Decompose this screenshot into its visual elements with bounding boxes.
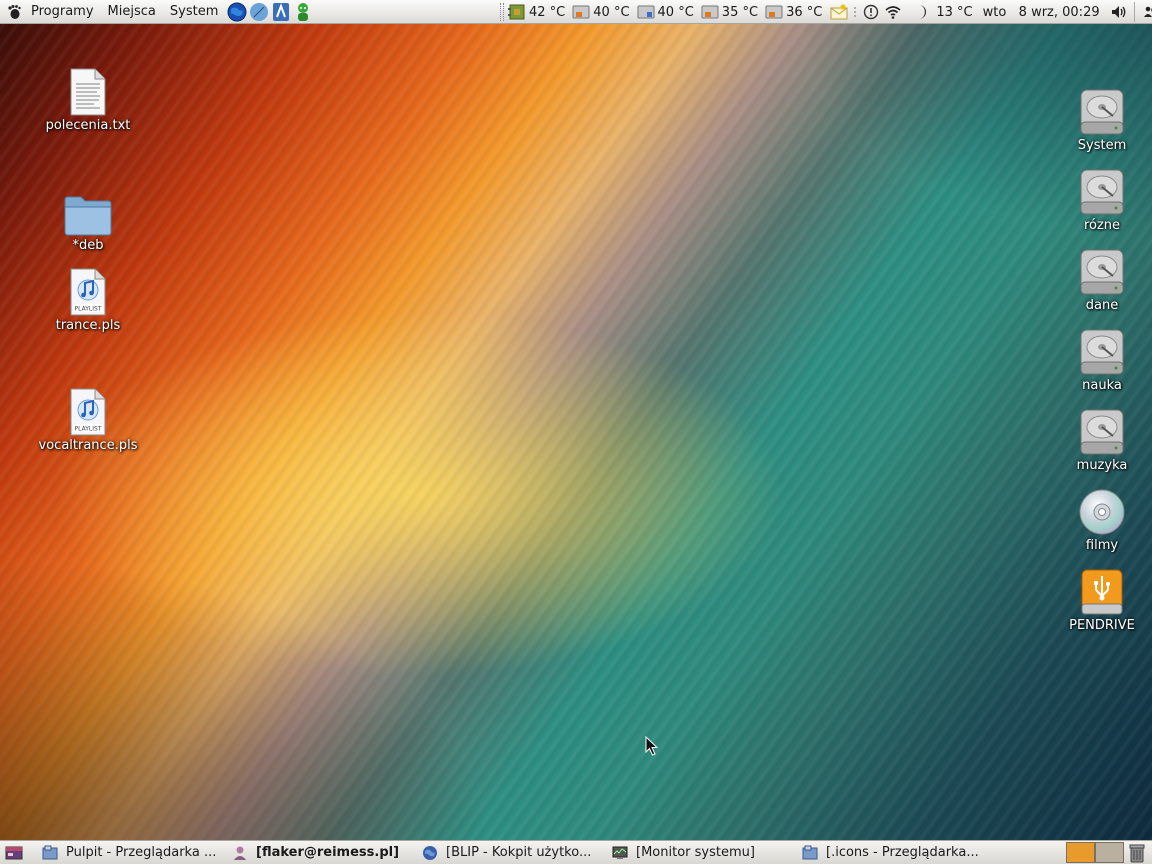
task-pulpit-file-manager[interactable]: Pulpit - Przeglądarka ... — [36, 842, 226, 864]
cpu-sensor-icon — [508, 4, 525, 20]
desktop-icon-label: vocaltrance.pls — [38, 438, 138, 453]
workspace-2[interactable] — [1095, 842, 1124, 863]
desktop-icon-label: *deb — [72, 238, 104, 253]
disk-sensor-icon — [765, 5, 783, 19]
sensor-value: 40 °C — [657, 4, 694, 20]
task-label: Pulpit - Przeglądarka ... — [66, 845, 217, 860]
text-editor-icon[interactable] — [271, 2, 291, 22]
workspace-switcher — [1066, 842, 1124, 863]
desktop-icon-label: rózne — [1083, 218, 1121, 233]
menu-programy[interactable]: Programy — [24, 0, 101, 24]
sensor-disk[interactable]: 40 °C — [571, 3, 630, 21]
chat-user-icon — [232, 845, 248, 861]
desktop-icon-system-drive[interactable]: System — [1047, 84, 1152, 153]
trash-button[interactable] — [1126, 843, 1148, 863]
desktop-icon-label: trance.pls — [55, 318, 121, 333]
weather-moon-icon[interactable] — [912, 3, 930, 21]
desktop-icon-label: polecenia.txt — [45, 118, 131, 133]
update-notifier-icon[interactable] — [862, 3, 880, 21]
sensor-disk[interactable]: 36 °C — [764, 3, 822, 21]
hard-drive-icon — [1076, 244, 1128, 296]
sensor-value: 42 °C — [529, 4, 566, 20]
browser-globe-icon — [422, 845, 438, 861]
user-switcher-icon[interactable] — [1141, 3, 1152, 21]
desktop-icon-deb[interactable]: *deb — [33, 184, 143, 253]
playlist-file-icon: PLAYLIST — [62, 264, 114, 316]
clock[interactable]: wto 8 wrz, 00:29 — [983, 5, 1100, 20]
sensor-cpu[interactable]: 42 °C — [507, 3, 565, 21]
desktop-wallpaper — [0, 24, 1152, 840]
globe-browser-icon[interactable] — [227, 2, 247, 22]
desktop-icon-vocaltrance[interactable]: PLAYLIST vocaltrance.pls — [33, 384, 143, 453]
task-label: [BLIP - Kokpit użytko... — [446, 845, 592, 860]
volume-icon[interactable] — [1110, 3, 1128, 21]
desktop-icon-trance[interactable]: PLAYLIST trance.pls — [33, 264, 143, 333]
playlist-badge: PLAYLIST — [75, 306, 102, 313]
file-manager-icon — [802, 845, 818, 861]
desktop-icon-label: System — [1077, 138, 1127, 153]
playlist-file-icon: PLAYLIST — [62, 384, 114, 436]
disk-sensor-icon — [637, 5, 655, 19]
messenger-icon[interactable] — [293, 2, 313, 22]
window-list: Pulpit - Przeglądarka ... [flaker@reimes… — [36, 841, 986, 864]
menu-separator-icon — [852, 3, 858, 21]
desktop-icon-label: dane — [1085, 298, 1119, 313]
menu-miejsca[interactable]: Miejsca — [101, 0, 163, 24]
applet-handle[interactable] — [500, 3, 504, 21]
show-desktop-icon — [5, 846, 23, 859]
desktop-icon-dane-drive[interactable]: dane — [1047, 244, 1152, 313]
desktop-icon-muzyka-drive[interactable]: muzyka — [1047, 404, 1152, 473]
folder-icon — [62, 184, 114, 236]
task-label: [.icons - Przeglądarka... — [826, 845, 979, 860]
desktop-icon-label: PENDRIVE — [1069, 618, 1135, 633]
text-file-icon — [62, 64, 114, 116]
show-desktop-button[interactable] — [2, 842, 26, 864]
desktop-icon-polecenia[interactable]: polecenia.txt — [33, 64, 143, 133]
hard-drive-icon — [1076, 324, 1128, 376]
desktop-icon-pendrive[interactable]: PENDRIVE — [1047, 564, 1152, 633]
hard-drive-icon — [1076, 164, 1128, 216]
optical-disc-icon — [1076, 484, 1128, 536]
sensor-value: 36 °C — [786, 4, 823, 20]
trash-icon — [1129, 844, 1145, 863]
desktop-icon-nauka-drive[interactable]: nauka — [1047, 324, 1152, 393]
hard-drive-icon — [1076, 84, 1128, 136]
playlist-badge: PLAYLIST — [75, 426, 102, 433]
panel-separator — [1133, 2, 1135, 22]
task-blip-browser[interactable]: [BLIP - Kokpit użytko... — [416, 842, 606, 864]
mouse-pointer-icon — [645, 736, 659, 756]
weather-temperature[interactable]: 13 °C — [936, 5, 972, 20]
disk-sensor-icon — [701, 5, 719, 19]
launchers — [227, 2, 313, 22]
desktop-icon-label: filmy — [1085, 538, 1119, 553]
gnome-foot-icon — [8, 4, 21, 19]
sensor-disk[interactable]: 40 °C — [636, 3, 694, 21]
sensor-value: 35 °C — [721, 4, 759, 20]
menu-system[interactable]: System — [163, 0, 225, 24]
top-panel: Programy Miejsca System 42 °C 40 °C 40 °… — [0, 0, 1152, 24]
task-icons-file-manager[interactable]: [.icons - Przeglądarka... — [796, 842, 986, 864]
wifi-icon[interactable] — [884, 3, 902, 21]
file-manager-icon — [42, 845, 58, 861]
desktop-icon-label: muzyka — [1076, 458, 1128, 473]
hard-drive-icon — [1076, 404, 1128, 456]
desktop-icon-filmy-disc[interactable]: filmy — [1047, 484, 1152, 553]
compass-browser-icon[interactable] — [249, 2, 269, 22]
notification-area: 42 °C 40 °C 40 °C 35 °C 36 °C 13 °C wto … — [500, 0, 1152, 24]
system-monitor-icon — [612, 845, 628, 861]
task-label: [Monitor systemu] — [636, 845, 755, 860]
sensor-disk[interactable]: 35 °C — [700, 3, 758, 21]
desktop-icon-label: nauka — [1082, 378, 1122, 393]
bottom-panel: Pulpit - Przeglądarka ... [flaker@reimes… — [0, 840, 1152, 864]
task-flaker-chat[interactable]: [flaker@reimess.pl] — [226, 842, 416, 864]
usb-drive-icon — [1076, 564, 1128, 616]
disk-sensor-icon — [572, 5, 590, 19]
desktop-icon-rozne-drive[interactable]: rózne — [1047, 164, 1152, 233]
main-menu: Programy Miejsca System — [0, 0, 225, 24]
mail-notification-icon[interactable] — [830, 3, 848, 21]
task-system-monitor[interactable]: [Monitor systemu] — [606, 842, 796, 864]
workspace-1[interactable] — [1066, 842, 1095, 863]
sensor-value: 40 °C — [593, 4, 630, 20]
task-label: [flaker@reimess.pl] — [256, 845, 400, 860]
